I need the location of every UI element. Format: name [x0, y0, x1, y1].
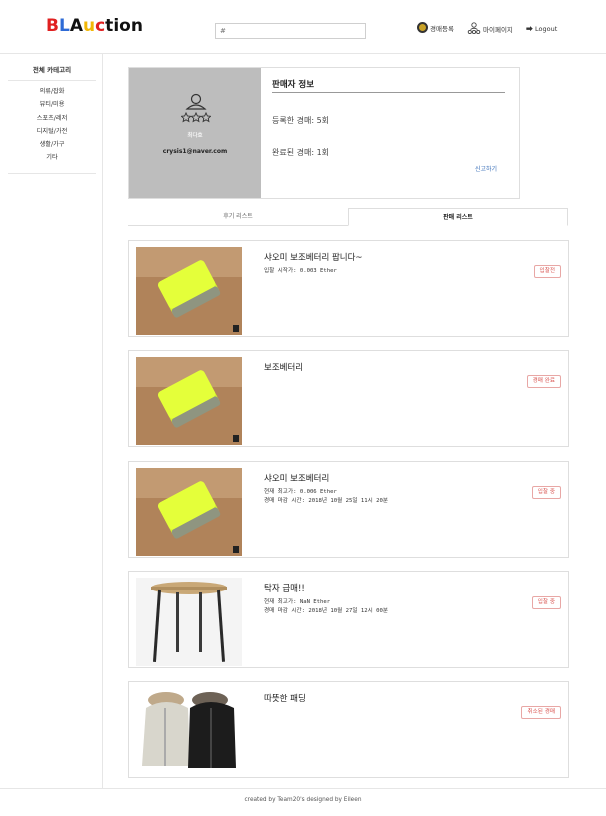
search-input[interactable]: [215, 23, 366, 39]
nav-mypage-label: 마이페이지: [483, 25, 513, 34]
tab-review-list[interactable]: 후기 리스트: [128, 208, 348, 226]
completed-count: 완료된 경매: 1회: [272, 148, 330, 157]
jackets-image: [136, 688, 242, 776]
listing-price: 현재 최고가: NaN Ether: [264, 599, 331, 605]
logo-letter: L: [58, 16, 70, 36]
sidebar-item-sports[interactable]: 스포츠/레저: [8, 112, 96, 125]
table-image: [136, 578, 242, 666]
status-badge[interactable]: 입찰전: [533, 265, 561, 278]
logo-letter: A: [69, 16, 83, 36]
listing-title[interactable]: 따뜻한 패딩: [264, 692, 306, 704]
listing-card[interactable]: 샤오미 보조베터리 현재 최고가: 0.006 Ether 경매 마감 시간: …: [128, 461, 569, 558]
category-sidebar: 전체 카테고리 의류/잡화 뷰티/미용 스포츠/레저 디지털/가전 생활/가구 …: [0, 54, 103, 788]
sidebar-item-etc[interactable]: 기타: [8, 151, 96, 164]
listing-card[interactable]: 샤오미 보조베터리 팝니다~ 입찰 시작가: 0.003 Ether 입찰전: [128, 240, 569, 337]
seller-info-divider: [272, 92, 505, 93]
status-badge[interactable]: 입찰 중: [531, 596, 561, 609]
header: BLAuction 경매등록 마이페이지 ⮕ Logout: [0, 0, 606, 54]
nav-logout[interactable]: ⮕ Logout: [526, 24, 557, 34]
power-bank-image: [136, 357, 242, 445]
logout-icon: ⮕: [526, 25, 533, 33]
seller-email: crysis1@naver.com: [162, 148, 228, 155]
listing-price: 현재 최고가: 0.006 Ether: [264, 489, 337, 495]
logo-letter: u: [82, 16, 96, 36]
logo-letter: t: [105, 16, 114, 36]
logo-letter: o: [119, 16, 131, 36]
nav-logout-label: Logout: [535, 25, 558, 33]
sidebar-item-clothing[interactable]: 의류/잡화: [8, 85, 96, 98]
nav-register-label: 경매등록: [430, 24, 454, 33]
registered-count: 등록한 경매: 5회: [272, 116, 330, 125]
listing-title[interactable]: 샤오미 보조베터리: [264, 472, 329, 484]
listing-card[interactable]: 보조베터리 경매 완료: [128, 350, 569, 447]
sidebar-item-living[interactable]: 생활/가구: [8, 138, 96, 151]
nav-mypage[interactable]: 마이페이지: [467, 22, 513, 35]
listing-card[interactable]: 따뜻한 패딩 취소된 경매: [128, 681, 569, 778]
footer: created by Team20's designed by Eileen: [0, 788, 606, 816]
seller-avatar-panel: 최다호 crysis1@naver.com: [129, 68, 261, 198]
seller-name: 최다호: [187, 133, 203, 139]
listing-card[interactable]: 탁자 급매!! 현재 최고가: NaN Ether 경매 마감 시간: 2018…: [128, 571, 569, 668]
category-list: 의류/잡화 뷰티/미용 스포츠/레저 디지털/가전 생활/가구 기타: [8, 85, 96, 165]
listing-price: 입찰 시작가: 0.003 Ether: [264, 268, 337, 274]
seller-profile-card: 최다호 crysis1@naver.com 판매자 정보 등록한 경매: 5회 …: [128, 67, 520, 199]
listing-title[interactable]: 샤오미 보조베터리 팝니다~: [264, 251, 363, 263]
logo[interactable]: BLAuction: [46, 16, 143, 36]
power-bank-image: [136, 247, 242, 335]
status-badge[interactable]: 입찰 중: [531, 486, 561, 499]
report-link[interactable]: 신고하기: [475, 164, 497, 173]
people-icon: [467, 22, 481, 35]
listing-deadline: 경매 마감 시간: 2018년 10월 27일 12시 00분: [264, 608, 388, 614]
sidebar-item-beauty[interactable]: 뷰티/미용: [8, 98, 96, 111]
status-badge[interactable]: 경매 완료: [526, 375, 561, 388]
listing-title[interactable]: 탁자 급매!!: [264, 582, 305, 594]
listing-deadline: 경매 마감 시간: 2018년 10월 25일 11시 20분: [264, 498, 388, 504]
tab-sales-list[interactable]: 판매 리스트: [348, 208, 568, 226]
nav-register-auction[interactable]: 경매등록: [417, 22, 454, 33]
coin-icon: [417, 22, 428, 33]
sidebar-title: 전체 카테고리: [8, 64, 96, 81]
seller-info-title: 판매자 정보: [272, 80, 315, 90]
logo-letter: c: [95, 16, 106, 36]
list-tabs: 후기 리스트 판매 리스트: [128, 208, 568, 226]
status-badge[interactable]: 취소된 경매: [521, 706, 561, 719]
sidebar-item-digital[interactable]: 디지털/가전: [8, 125, 96, 138]
listing-title[interactable]: 보조베터리: [264, 361, 303, 373]
user-rating-icon: [181, 93, 211, 123]
power-bank-image: [136, 468, 242, 556]
sidebar-divider: [8, 173, 96, 174]
logo-letter: B: [46, 16, 59, 36]
logo-letter: n: [130, 16, 143, 36]
